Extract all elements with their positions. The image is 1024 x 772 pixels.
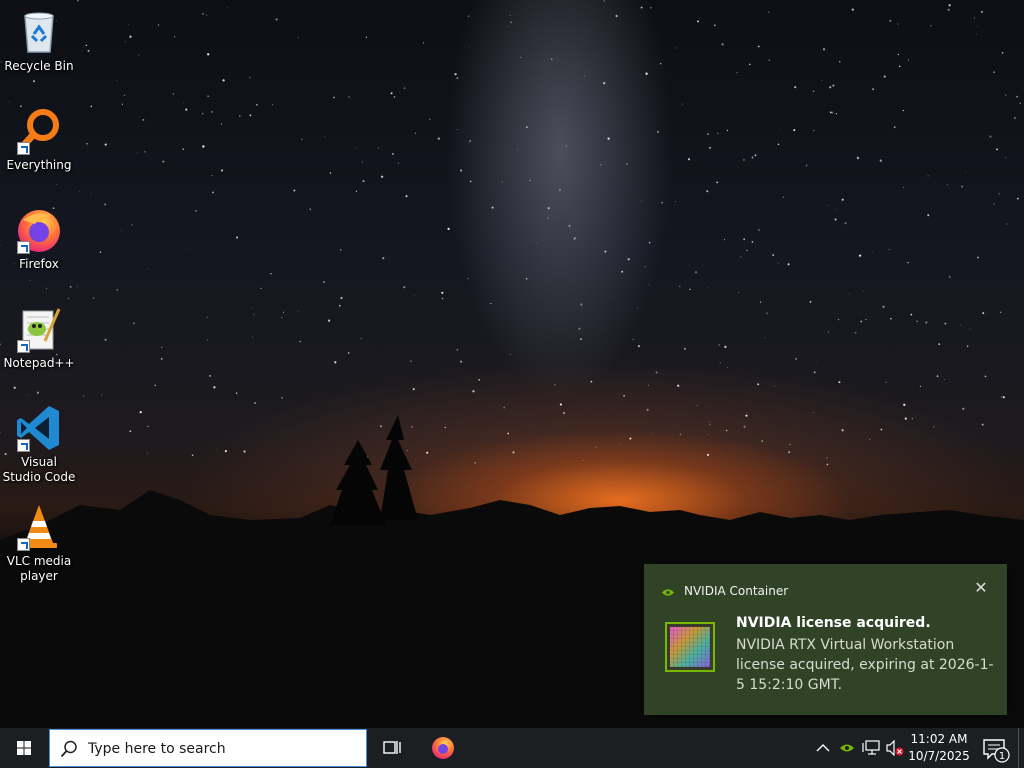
clock-date: 10/7/2025	[906, 748, 972, 765]
firefox-icon	[15, 206, 63, 254]
task-view-icon	[370, 728, 414, 768]
gpu-chip-icon	[665, 622, 715, 672]
firefox-icon	[420, 728, 466, 768]
toast-header: NVIDIA Container	[662, 583, 788, 599]
vlc-icon	[15, 503, 63, 551]
volume-muted-icon	[886, 740, 904, 756]
shortcut-arrow-icon	[17, 538, 30, 551]
network-icon	[862, 740, 880, 756]
search-icon	[60, 740, 78, 762]
taskbar-firefox-button[interactable]	[420, 728, 466, 768]
desktop-icon-firefox[interactable]: Firefox	[2, 206, 76, 272]
start-button[interactable]	[0, 728, 48, 768]
chevron-up-icon	[816, 743, 830, 753]
tray-nvidia-button[interactable]	[836, 728, 858, 768]
tray-network-button[interactable]	[860, 728, 882, 768]
toast-app-name: NVIDIA Container	[684, 584, 788, 598]
shortcut-arrow-icon	[17, 439, 30, 452]
show-desktop-button[interactable]	[1018, 728, 1024, 768]
tray-volume-button[interactable]	[884, 728, 906, 768]
desktop-icon-vscode[interactable]: Visual Studio Code	[2, 404, 76, 485]
shortcut-arrow-icon	[17, 340, 30, 353]
vscode-icon	[15, 404, 63, 452]
desktop-icon-recycle-bin[interactable]: Recycle Bin	[2, 8, 76, 74]
action-center-icon: 1	[976, 728, 1014, 768]
shortcut-arrow-icon	[17, 142, 30, 155]
toast-close-button[interactable]: ✕	[973, 580, 989, 596]
taskbar: 11:02 AM 10/7/2025 1	[0, 728, 1024, 768]
notepadpp-icon	[15, 305, 63, 353]
nvidia-tray-icon	[840, 743, 854, 753]
search-input[interactable]	[88, 738, 348, 760]
nvidia-logo-icon	[662, 582, 674, 601]
windows-logo-icon	[0, 728, 48, 768]
notification-toast[interactable]: NVIDIA Container ✕ NVIDIA license acquir…	[644, 564, 1007, 715]
shortcut-arrow-icon	[17, 241, 30, 254]
action-center-button[interactable]: 1	[976, 728, 1014, 768]
clock-time: 11:02 AM	[906, 731, 972, 748]
task-view-button[interactable]	[370, 728, 414, 768]
everything-search-icon	[15, 107, 63, 155]
desktop-icon-vlc[interactable]: VLC media player	[2, 503, 76, 584]
show-hidden-icons-button[interactable]	[812, 728, 834, 768]
desktop-icon-notepadpp[interactable]: Notepad++	[2, 305, 76, 371]
taskbar-search-box[interactable]	[49, 729, 367, 767]
desktop-icon-everything[interactable]: Everything	[2, 107, 76, 173]
recycle-bin-icon	[15, 8, 63, 56]
toast-body: NVIDIA RTX Virtual Workstation license a…	[736, 635, 996, 695]
notification-count-badge: 1	[999, 751, 1005, 762]
taskbar-clock[interactable]: 11:02 AM 10/7/2025	[906, 731, 972, 765]
toast-title: NVIDIA license acquired.	[736, 615, 931, 631]
